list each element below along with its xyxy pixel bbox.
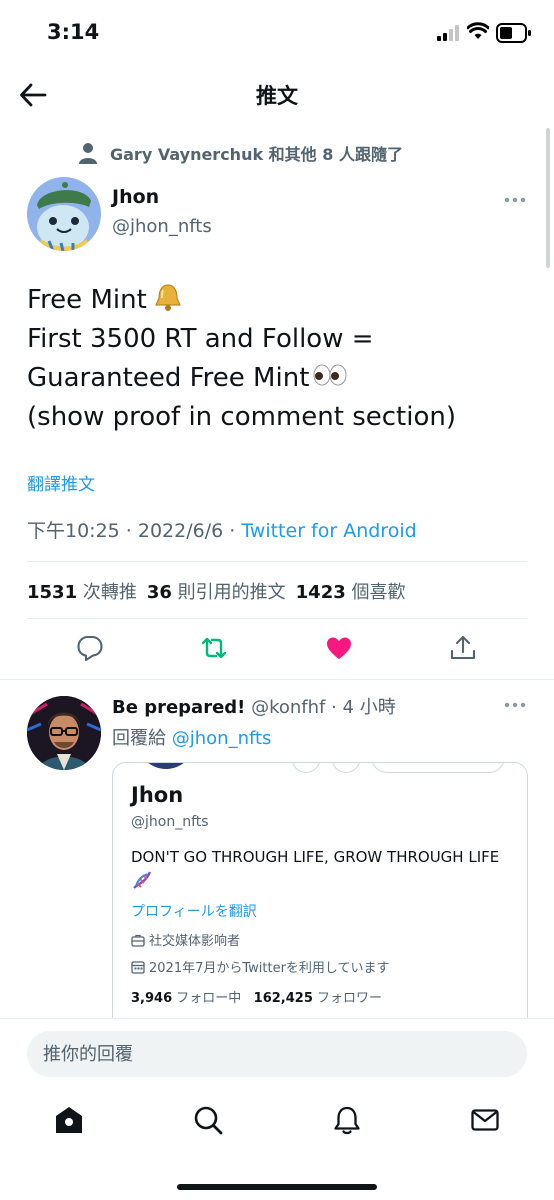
bottom-nav xyxy=(0,1090,554,1200)
reply-author-avatar[interactable] xyxy=(27,696,101,770)
wifi-icon xyxy=(467,22,489,39)
quote-count[interactable]: 36 xyxy=(147,582,172,603)
tweet-line-3-text: Guaranteed Free Mint xyxy=(27,363,310,393)
reply-header: Be prepared! @konfhf · 4 小時 xyxy=(112,693,396,719)
reply-avatar-image xyxy=(27,696,101,770)
home-indicator[interactable] xyxy=(177,1184,377,1190)
battery-icon xyxy=(496,23,531,43)
tweet-detail-screen: 3:14 推文 Gary Vaynerchuk 和其他 8 人跟隨了 Jhon … xyxy=(0,0,554,1200)
tweet-text: Free Mint First 3500 RT and Follow = Gua… xyxy=(27,281,527,437)
card-profile-name: Jhon xyxy=(131,783,184,807)
tweet-line-3: Guaranteed Free Mint xyxy=(27,359,527,398)
replying-to: 回覆給 @jhon_nfts xyxy=(112,724,271,750)
status-time: 3:14 xyxy=(47,20,100,44)
author-name[interactable]: Jhon xyxy=(112,186,159,208)
retweet-count[interactable]: 1531 xyxy=(27,582,77,603)
tweet-line-2: First 3500 RT and Follow = xyxy=(27,324,374,354)
card-notify-button xyxy=(331,763,361,773)
card-joined: 2021年7月からTwitterを利用しています xyxy=(131,957,390,976)
author-handle[interactable]: @jhon_nfts xyxy=(112,216,212,237)
card-following-count: 3,946 xyxy=(131,991,173,1006)
retweet-icon[interactable] xyxy=(200,634,228,662)
author-avatar[interactable] xyxy=(27,177,101,251)
card-follow-counts: 3,946 フォロー中 162,425 フォロワー xyxy=(131,987,382,1006)
cellular-signal-icon xyxy=(437,25,459,41)
reply-input[interactable] xyxy=(27,1031,527,1077)
tweet-stats: 1531 次轉推 36 則引用的推文 1423 個喜歡 xyxy=(27,578,405,604)
status-bar: 3:14 xyxy=(0,0,554,66)
reply-handle-time[interactable]: @konfhf · 4 小時 xyxy=(245,697,396,718)
calendar-icon xyxy=(131,960,145,974)
quote-count-label[interactable]: 則引用的推文 xyxy=(178,582,286,603)
translate-tweet-link[interactable]: 翻譯推文 xyxy=(27,470,95,495)
like-count[interactable]: 1423 xyxy=(296,582,346,603)
replying-to-label: 回覆給 xyxy=(112,728,172,749)
author-avatar-image xyxy=(27,177,101,251)
tweet-line-4: (show proof in comment section) xyxy=(27,402,456,432)
more-horizontal-icon[interactable] xyxy=(504,701,526,709)
mail-icon[interactable] xyxy=(469,1104,501,1136)
card-profile-bio: DON'T GO THROUGH LIFE, GROW THROUGH LIFE xyxy=(131,848,500,866)
card-category-text: 社交媒体影响者 xyxy=(149,934,241,949)
divider xyxy=(27,561,527,562)
tweet-timestamp[interactable]: 下午10:25 · 2022/6/6 · xyxy=(27,520,241,542)
dna-emoji-icon xyxy=(133,871,152,889)
eyes-emoji-icon xyxy=(313,364,347,386)
card-more-button xyxy=(291,763,321,773)
card-category: 社交媒体影响者 xyxy=(131,930,240,949)
bell-emoji-icon xyxy=(155,284,181,311)
top-header: 推文 xyxy=(0,66,554,124)
reply-author-name[interactable]: Be prepared! xyxy=(112,697,245,718)
tweet-line-1: Free Mint xyxy=(27,281,527,320)
more-horizontal-icon[interactable] xyxy=(504,196,526,204)
social-context-text: Gary Vaynerchuk 和其他 8 人跟隨了 xyxy=(110,145,403,164)
reply-composer-bar xyxy=(0,1018,554,1091)
heart-icon[interactable] xyxy=(325,634,353,662)
tweet-action-bar xyxy=(0,632,554,668)
reply-bubble-icon[interactable] xyxy=(76,634,104,662)
card-profile-handle: @jhon_nfts xyxy=(131,814,209,830)
divider xyxy=(27,618,527,619)
social-context[interactable]: Gary Vaynerchuk 和其他 8 人跟隨了 xyxy=(78,138,403,168)
tweet-source-link[interactable]: Twitter for Android xyxy=(241,520,416,542)
page-title: 推文 xyxy=(256,84,298,108)
card-followers-label: フォロワー xyxy=(312,991,383,1006)
card-following-label: フォロー中 xyxy=(172,991,242,1006)
person-icon xyxy=(79,143,97,164)
briefcase-icon xyxy=(131,934,145,947)
home-icon[interactable] xyxy=(53,1104,85,1136)
card-follow-button xyxy=(371,763,505,773)
bell-icon[interactable] xyxy=(331,1104,363,1136)
replying-to-handle-link[interactable]: @jhon_nfts xyxy=(172,728,272,749)
like-count-label[interactable]: 個喜歡 xyxy=(351,582,405,603)
search-icon[interactable] xyxy=(192,1104,224,1136)
scrollbar[interactable] xyxy=(546,128,550,268)
card-joined-text: 2021年7月からTwitterを利用しています xyxy=(149,961,390,976)
tweet-line-1-text: Free Mint xyxy=(27,285,147,315)
tweet-meta: 下午10:25 · 2022/6/6 · Twitter for Android xyxy=(27,516,417,543)
share-icon[interactable] xyxy=(449,634,477,662)
card-avatar xyxy=(137,763,195,769)
retweet-count-label[interactable]: 次轉推 xyxy=(83,582,137,603)
card-translate-profile-link: プロフィールを翻訳 xyxy=(131,904,257,920)
divider xyxy=(0,679,554,680)
card-followers-count: 162,425 xyxy=(253,991,313,1006)
